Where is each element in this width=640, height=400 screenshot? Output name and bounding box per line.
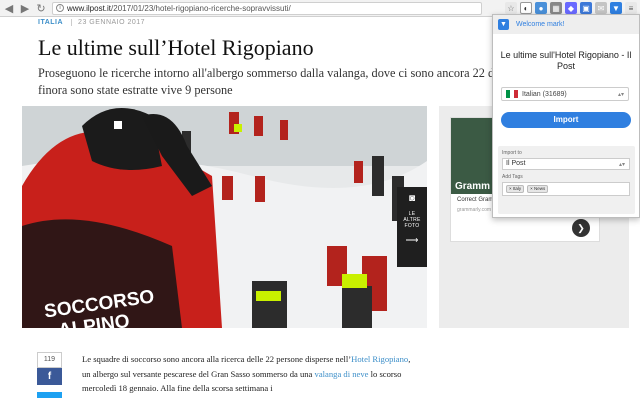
reload-icon[interactable]: ↻ xyxy=(34,1,48,15)
raindrop-logo-icon: ▼ xyxy=(498,19,509,30)
category-link[interactable]: ITALIA xyxy=(38,19,63,26)
url-domain: www.ilpost.it xyxy=(67,3,112,13)
forward-icon[interactable]: ▶ xyxy=(18,1,32,15)
camera-icon: ◙ xyxy=(408,193,416,204)
address-bar[interactable]: i www.ilpost.it/2017/01/23/hotel-rigopia… xyxy=(52,1,482,15)
ad-go-button[interactable]: ❯ xyxy=(572,219,590,237)
article-title: Le ultime sull’Hotel Rigopiano xyxy=(38,35,314,60)
tags-input[interactable]: × Italy × News xyxy=(502,182,630,196)
hotel-rigopiano-link[interactable]: Hotel Rigopiano xyxy=(351,354,408,364)
import-to-label: Import to xyxy=(502,150,522,156)
article-body: Le squadre di soccorso sono ancora alla … xyxy=(82,354,411,393)
url-path: /2017/01/23/hotel-rigopiano-ricerche-sop… xyxy=(111,3,291,13)
extension-popup: ▼ Welcome mark! Le ultime sull'Hotel Rig… xyxy=(492,14,640,218)
article-date: 23 GENNAIO 2017 xyxy=(71,19,145,26)
share-bar: 119 f xyxy=(37,352,62,398)
welcome-text[interactable]: Welcome mark! xyxy=(516,21,565,28)
gallery-label: LE ALTRE FOTO xyxy=(403,211,421,229)
menu-icon[interactable]: ≡ xyxy=(625,2,637,14)
popup-header: ▼ Welcome mark! xyxy=(493,15,639,34)
import-options: Import to Il Post ▴▾ Add Tags × Italy × … xyxy=(498,146,635,214)
gallery-badge[interactable]: ◙ LE ALTRE FOTO ⟶ xyxy=(397,187,427,267)
extension-bar: ☆ ◐ ● ▦ ◆ ▣ ✉ ▼ ≡ xyxy=(505,2,640,14)
italy-flag-icon xyxy=(506,90,518,98)
add-tags-label: Add Tags xyxy=(502,174,523,180)
bookmark-star-icon[interactable]: ☆ xyxy=(505,2,517,14)
info-icon[interactable]: i xyxy=(56,4,64,12)
extension-icon[interactable]: ◆ xyxy=(565,2,577,14)
twitter-share-button[interactable] xyxy=(37,392,62,398)
back-icon[interactable]: ◀ xyxy=(2,1,16,15)
extension-icon[interactable]: ● xyxy=(535,2,547,14)
arrow-right-icon: ⟶ xyxy=(405,235,419,245)
facebook-share-button[interactable]: f xyxy=(37,368,62,385)
article-meta: ITALIA 23 GENNAIO 2017 xyxy=(38,19,145,26)
chevron-down-icon: ▴▾ xyxy=(617,91,624,98)
valanga-link[interactable]: valanga di neve xyxy=(315,369,369,379)
popup-page-title: Le ultime sull'Hotel Rigopiano - Il Post xyxy=(500,50,632,71)
rescue-photo-illustration: SOCCORSO ALPINO xyxy=(22,106,427,328)
tag-chip[interactable]: × News xyxy=(527,185,549,193)
language-select[interactable]: Italian (31689) ▴▾ xyxy=(501,87,629,101)
extension-icon[interactable]: ▣ xyxy=(580,2,592,14)
extension-icon[interactable]: ◐ xyxy=(520,2,532,14)
article-summary: Proseguono le ricerche intorno all'alber… xyxy=(38,66,498,97)
import-button[interactable]: Import xyxy=(501,112,631,128)
import-to-select[interactable]: Il Post ▴▾ xyxy=(502,158,630,170)
extension-icon[interactable]: ▦ xyxy=(550,2,562,14)
tag-chip[interactable]: × Italy xyxy=(506,185,525,193)
raindrop-extension-icon[interactable]: ▼ xyxy=(610,2,622,14)
ad-brand: Gramm xyxy=(455,181,491,192)
share-count: 119 xyxy=(37,352,62,368)
extension-icon[interactable]: ✉ xyxy=(595,2,607,14)
language-value: Italian (31689) xyxy=(522,90,567,98)
article-photo[interactable]: SOCCORSO ALPINO xyxy=(22,106,427,328)
chevron-down-icon: ▴▾ xyxy=(618,162,625,168)
